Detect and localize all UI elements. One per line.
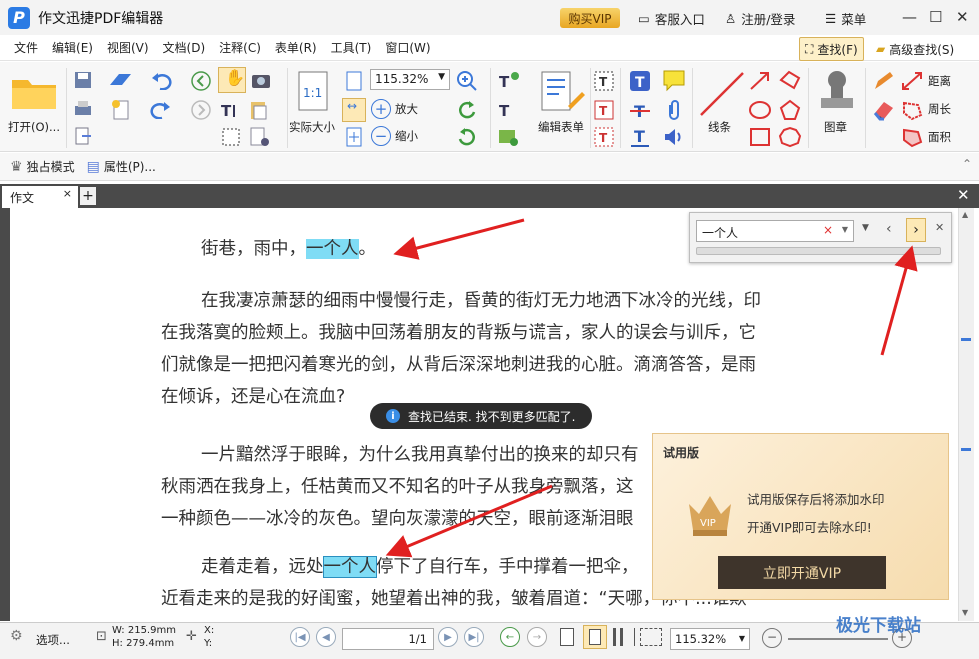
continuous-view-button[interactable] [583,625,607,649]
arrow-to-current-match [385,484,553,558]
page-number-input[interactable]: 1/1 [342,628,434,650]
status-zoom-select[interactable]: 115.32% ▼ [670,628,750,650]
history-back-button[interactable]: ← [500,627,520,647]
page-width: W: 215.9mm [112,625,176,636]
first-page-button[interactable]: |◀ [290,627,310,647]
last-page-button[interactable]: ▶| [464,627,484,647]
grid-view-icon[interactable] [640,628,662,646]
zoom-slider[interactable] [788,638,888,640]
continuous-view-icon [589,629,601,645]
chevron-down-icon: ▼ [738,634,745,643]
history-forward-button[interactable]: → [527,627,547,647]
cursor-x: X: [204,625,215,636]
watermark-logo: 极光下载站 [836,616,921,636]
options-button[interactable]: 选项... [36,632,70,648]
arrow-to-first-match [393,218,525,260]
status-zoom-out-button[interactable]: − [762,628,782,648]
dimension-icon: ⊡ [96,629,107,644]
next-page-button[interactable]: ▶ [438,627,458,647]
arrow-to-next-button [880,245,918,356]
single-page-view-icon[interactable] [560,628,574,646]
two-page-view-icon[interactable] [613,628,635,646]
annotation-arrows [385,218,918,558]
crosshair-icon: ✛ [186,629,197,644]
cursor-y: Y: [204,638,213,649]
previous-page-button[interactable]: ◀ [316,627,336,647]
page-height: H: 279.4mm [112,638,175,649]
status-bar: ⚙ 选项... ⊡ W: 215.9mm H: 279.4mm ✛ X: Y: … [0,616,979,659]
gear-icon: ⚙ [10,628,23,644]
